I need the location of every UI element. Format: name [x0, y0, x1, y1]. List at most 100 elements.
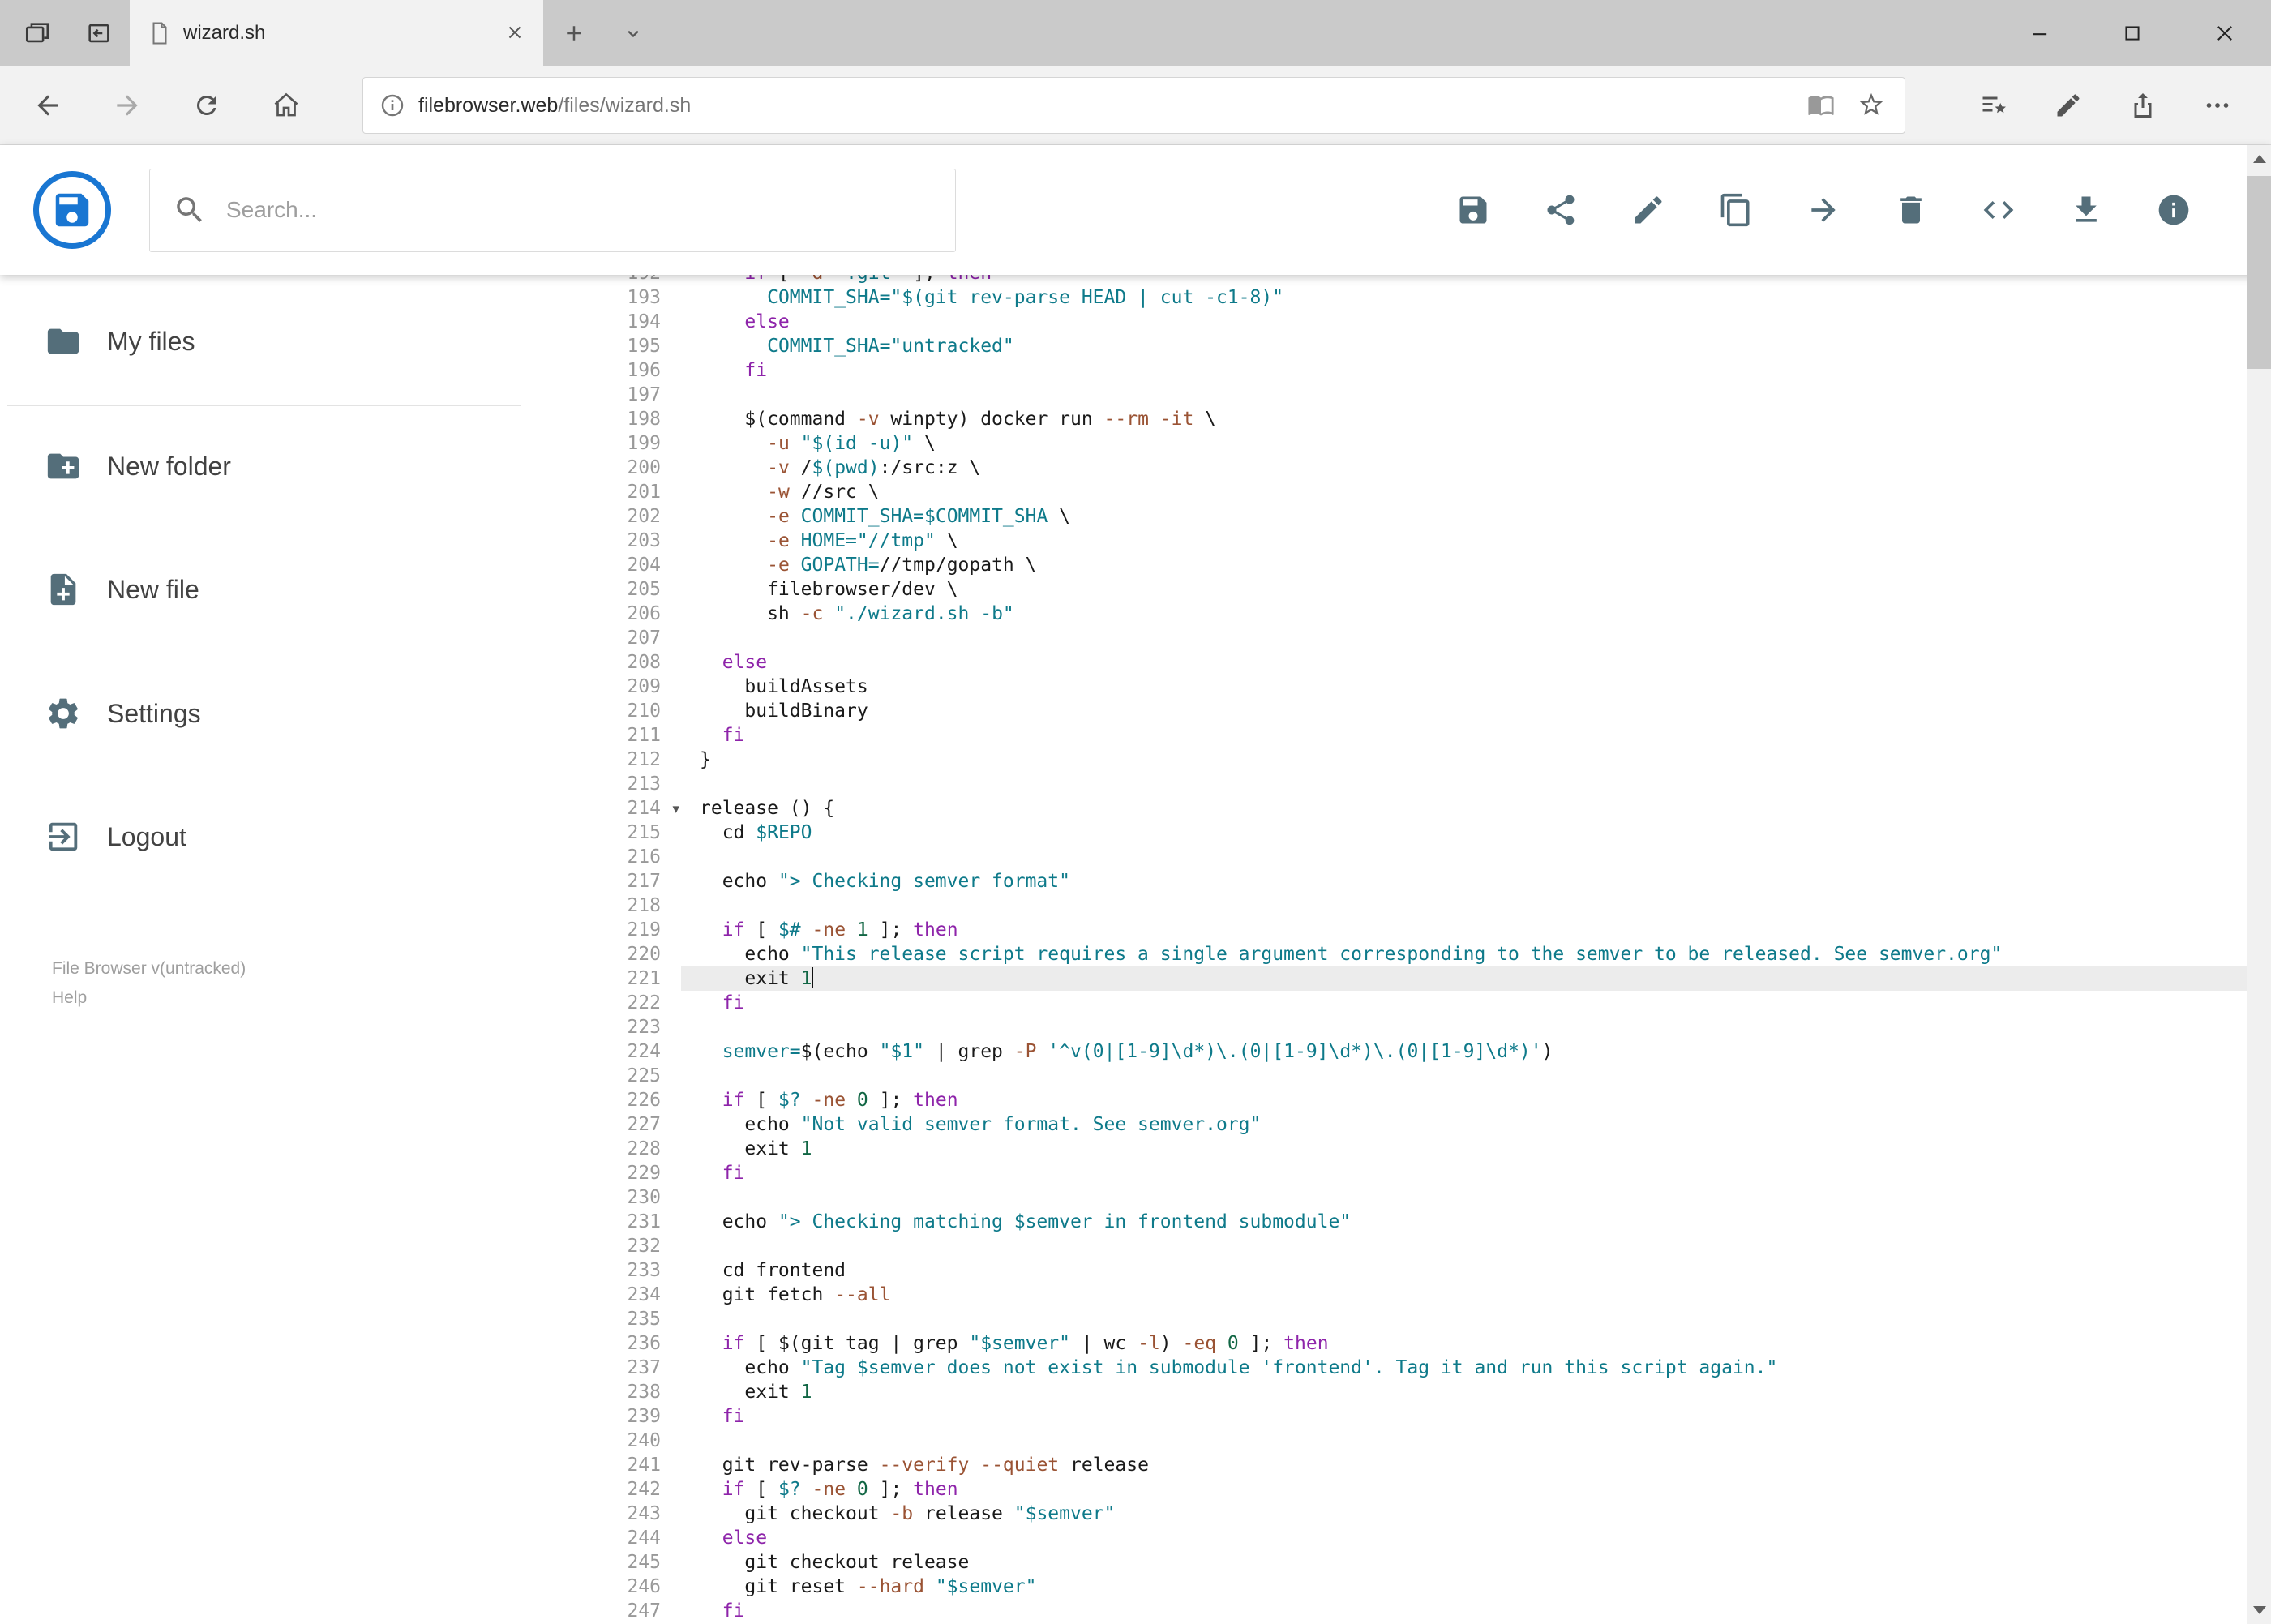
vertical-scrollbar[interactable] [2247, 145, 2271, 1624]
address-bar[interactable]: filebrowser.web/files/wizard.sh [362, 77, 1905, 134]
maximize-icon[interactable] [2086, 0, 2179, 66]
back-icon[interactable] [8, 66, 88, 145]
code-text[interactable]: echo "Tag $semver does not exist in subm… [681, 1356, 2271, 1380]
sidebar-item-settings[interactable]: Settings [0, 669, 586, 758]
code-text[interactable]: fi [681, 1599, 2271, 1623]
minimize-icon[interactable] [1994, 0, 2086, 66]
tab-list-chevron-icon[interactable] [605, 0, 662, 66]
code-text[interactable]: -e GOPATH=//tmp/gopath \ [681, 553, 2271, 577]
code-text[interactable] [681, 1015, 2271, 1039]
code-text[interactable]: git fetch --all [681, 1283, 2271, 1307]
code-text[interactable]: release () { [681, 796, 2271, 821]
code-text[interactable]: fi [681, 358, 2271, 383]
code-text[interactable]: git reset --hard "$semver" [681, 1575, 2271, 1599]
forward-icon[interactable] [88, 66, 167, 145]
site-info-icon[interactable] [379, 92, 405, 118]
code-text[interactable]: if [ $? -ne 0 ]; then [681, 1477, 2271, 1502]
code-text[interactable]: -e COMMIT_SHA=$COMMIT_SHA \ [681, 504, 2271, 529]
code-text[interactable]: if [ $# -ne 1 ]; then [681, 918, 2271, 942]
code-text[interactable]: buildBinary [681, 699, 2271, 723]
code-text[interactable]: semver=$(echo "$1" | grep -P '^v(0|[1-9]… [681, 1039, 2271, 1064]
scroll-up-icon[interactable] [2247, 145, 2271, 173]
new-tab-icon[interactable] [543, 0, 605, 66]
code-text[interactable] [681, 772, 2271, 796]
share-button[interactable] [1533, 182, 1588, 238]
code-button[interactable] [1971, 182, 2026, 238]
code-text[interactable]: fi [681, 991, 2271, 1015]
web-note-pen-icon[interactable] [2031, 66, 2106, 145]
code-text[interactable]: echo "Not valid semver format. See semve… [681, 1112, 2271, 1137]
code-text[interactable]: else [681, 1526, 2271, 1550]
code-text[interactable]: $(command -v winpty) docker run --rm -it… [681, 407, 2271, 431]
code-text[interactable]: COMMIT_SHA="$(git rev-parse HEAD | cut -… [681, 285, 2271, 310]
code-text[interactable]: exit 1 [681, 1137, 2271, 1161]
code-text[interactable] [681, 1429, 2271, 1453]
tabs-preview-icon[interactable] [68, 0, 130, 66]
code-text[interactable]: buildAssets [681, 675, 2271, 699]
code-text[interactable] [681, 1307, 2271, 1331]
reading-view-icon[interactable] [1807, 91, 1835, 121]
move-button[interactable] [1796, 182, 1851, 238]
close-icon[interactable] [2179, 0, 2271, 66]
code-text[interactable]: echo "> Checking matching $semver in fro… [681, 1210, 2271, 1234]
info-button[interactable] [2146, 182, 2201, 238]
code-text[interactable] [681, 845, 2271, 869]
code-text[interactable]: -w //src \ [681, 480, 2271, 504]
save-button[interactable] [1446, 182, 1501, 238]
code-text[interactable]: } [681, 748, 2271, 772]
set-aside-tabs-icon[interactable] [6, 0, 68, 66]
home-icon[interactable] [246, 66, 326, 145]
code-text[interactable]: git rev-parse --verify --quiet release [681, 1453, 2271, 1477]
code-text[interactable]: git checkout -b release "$semver" [681, 1502, 2271, 1526]
code-text[interactable]: git checkout release [681, 1550, 2271, 1575]
sidebar-item-my-files[interactable]: My files [0, 297, 586, 386]
filebrowser-logo[interactable] [33, 171, 111, 249]
code-text[interactable]: if [ $(git tag | grep "$semver" | wc -l)… [681, 1331, 2271, 1356]
scroll-down-icon[interactable] [2247, 1596, 2271, 1624]
hub-icon[interactable] [1956, 66, 2031, 145]
edit-button[interactable] [1621, 182, 1676, 238]
code-text[interactable] [681, 1234, 2271, 1258]
code-text[interactable]: exit 1 [681, 966, 2271, 991]
code-text[interactable]: COMMIT_SHA="untracked" [681, 334, 2271, 358]
code-text[interactable]: sh -c "./wizard.sh -b" [681, 602, 2271, 626]
fold-arrow-icon[interactable]: ▾ [672, 797, 679, 821]
share-icon[interactable] [2106, 66, 2180, 145]
code-text[interactable]: -e HOME="//tmp" \ [681, 529, 2271, 553]
code-text[interactable]: else [681, 650, 2271, 675]
code-text[interactable]: cd $REPO [681, 821, 2271, 845]
search-input[interactable] [226, 197, 932, 223]
code-text[interactable]: filebrowser/dev \ [681, 577, 2271, 602]
sidebar-item-new-folder[interactable]: New folder [0, 422, 586, 511]
code-text[interactable]: fi [681, 1404, 2271, 1429]
code-text[interactable]: fi [681, 723, 2271, 748]
search-bar[interactable] [149, 168, 956, 252]
sidebar-item-logout[interactable]: Logout [0, 792, 586, 881]
code-text[interactable]: echo "> Checking semver format" [681, 869, 2271, 893]
code-text[interactable]: fi [681, 1161, 2271, 1185]
code-text[interactable]: -u "$(id -u)" \ [681, 431, 2271, 456]
code-text[interactable] [681, 1064, 2271, 1088]
code-text[interactable]: if [ -d ".git" ]; then [681, 275, 2271, 285]
refresh-icon[interactable] [167, 66, 246, 145]
code-text[interactable]: else [681, 310, 2271, 334]
delete-button[interactable] [1883, 182, 1939, 238]
download-button[interactable] [2059, 182, 2114, 238]
code-text[interactable]: cd frontend [681, 1258, 2271, 1283]
code-text[interactable] [681, 383, 2271, 407]
code-editor[interactable]: 192 if [ -d ".git" ]; then193 COMMIT_SHA… [586, 275, 2271, 1624]
help-link[interactable]: Help [52, 983, 246, 1013]
browser-tab[interactable]: wizard.sh [130, 0, 543, 66]
tab-close-icon[interactable] [504, 22, 525, 45]
code-text[interactable]: -v /$(pwd):/src:z \ [681, 456, 2271, 480]
scrollbar-thumb[interactable] [2247, 176, 2271, 369]
more-options-icon[interactable] [2180, 66, 2255, 145]
favorite-star-icon[interactable] [1858, 91, 1885, 121]
code-text[interactable] [681, 893, 2271, 918]
code-text[interactable]: echo "This release script requires a sin… [681, 942, 2271, 966]
code-text[interactable]: if [ $? -ne 0 ]; then [681, 1088, 2271, 1112]
code-text[interactable] [681, 626, 2271, 650]
code-text[interactable] [681, 1185, 2271, 1210]
code-text[interactable]: exit 1 [681, 1380, 2271, 1404]
copy-button[interactable] [1708, 182, 1763, 238]
